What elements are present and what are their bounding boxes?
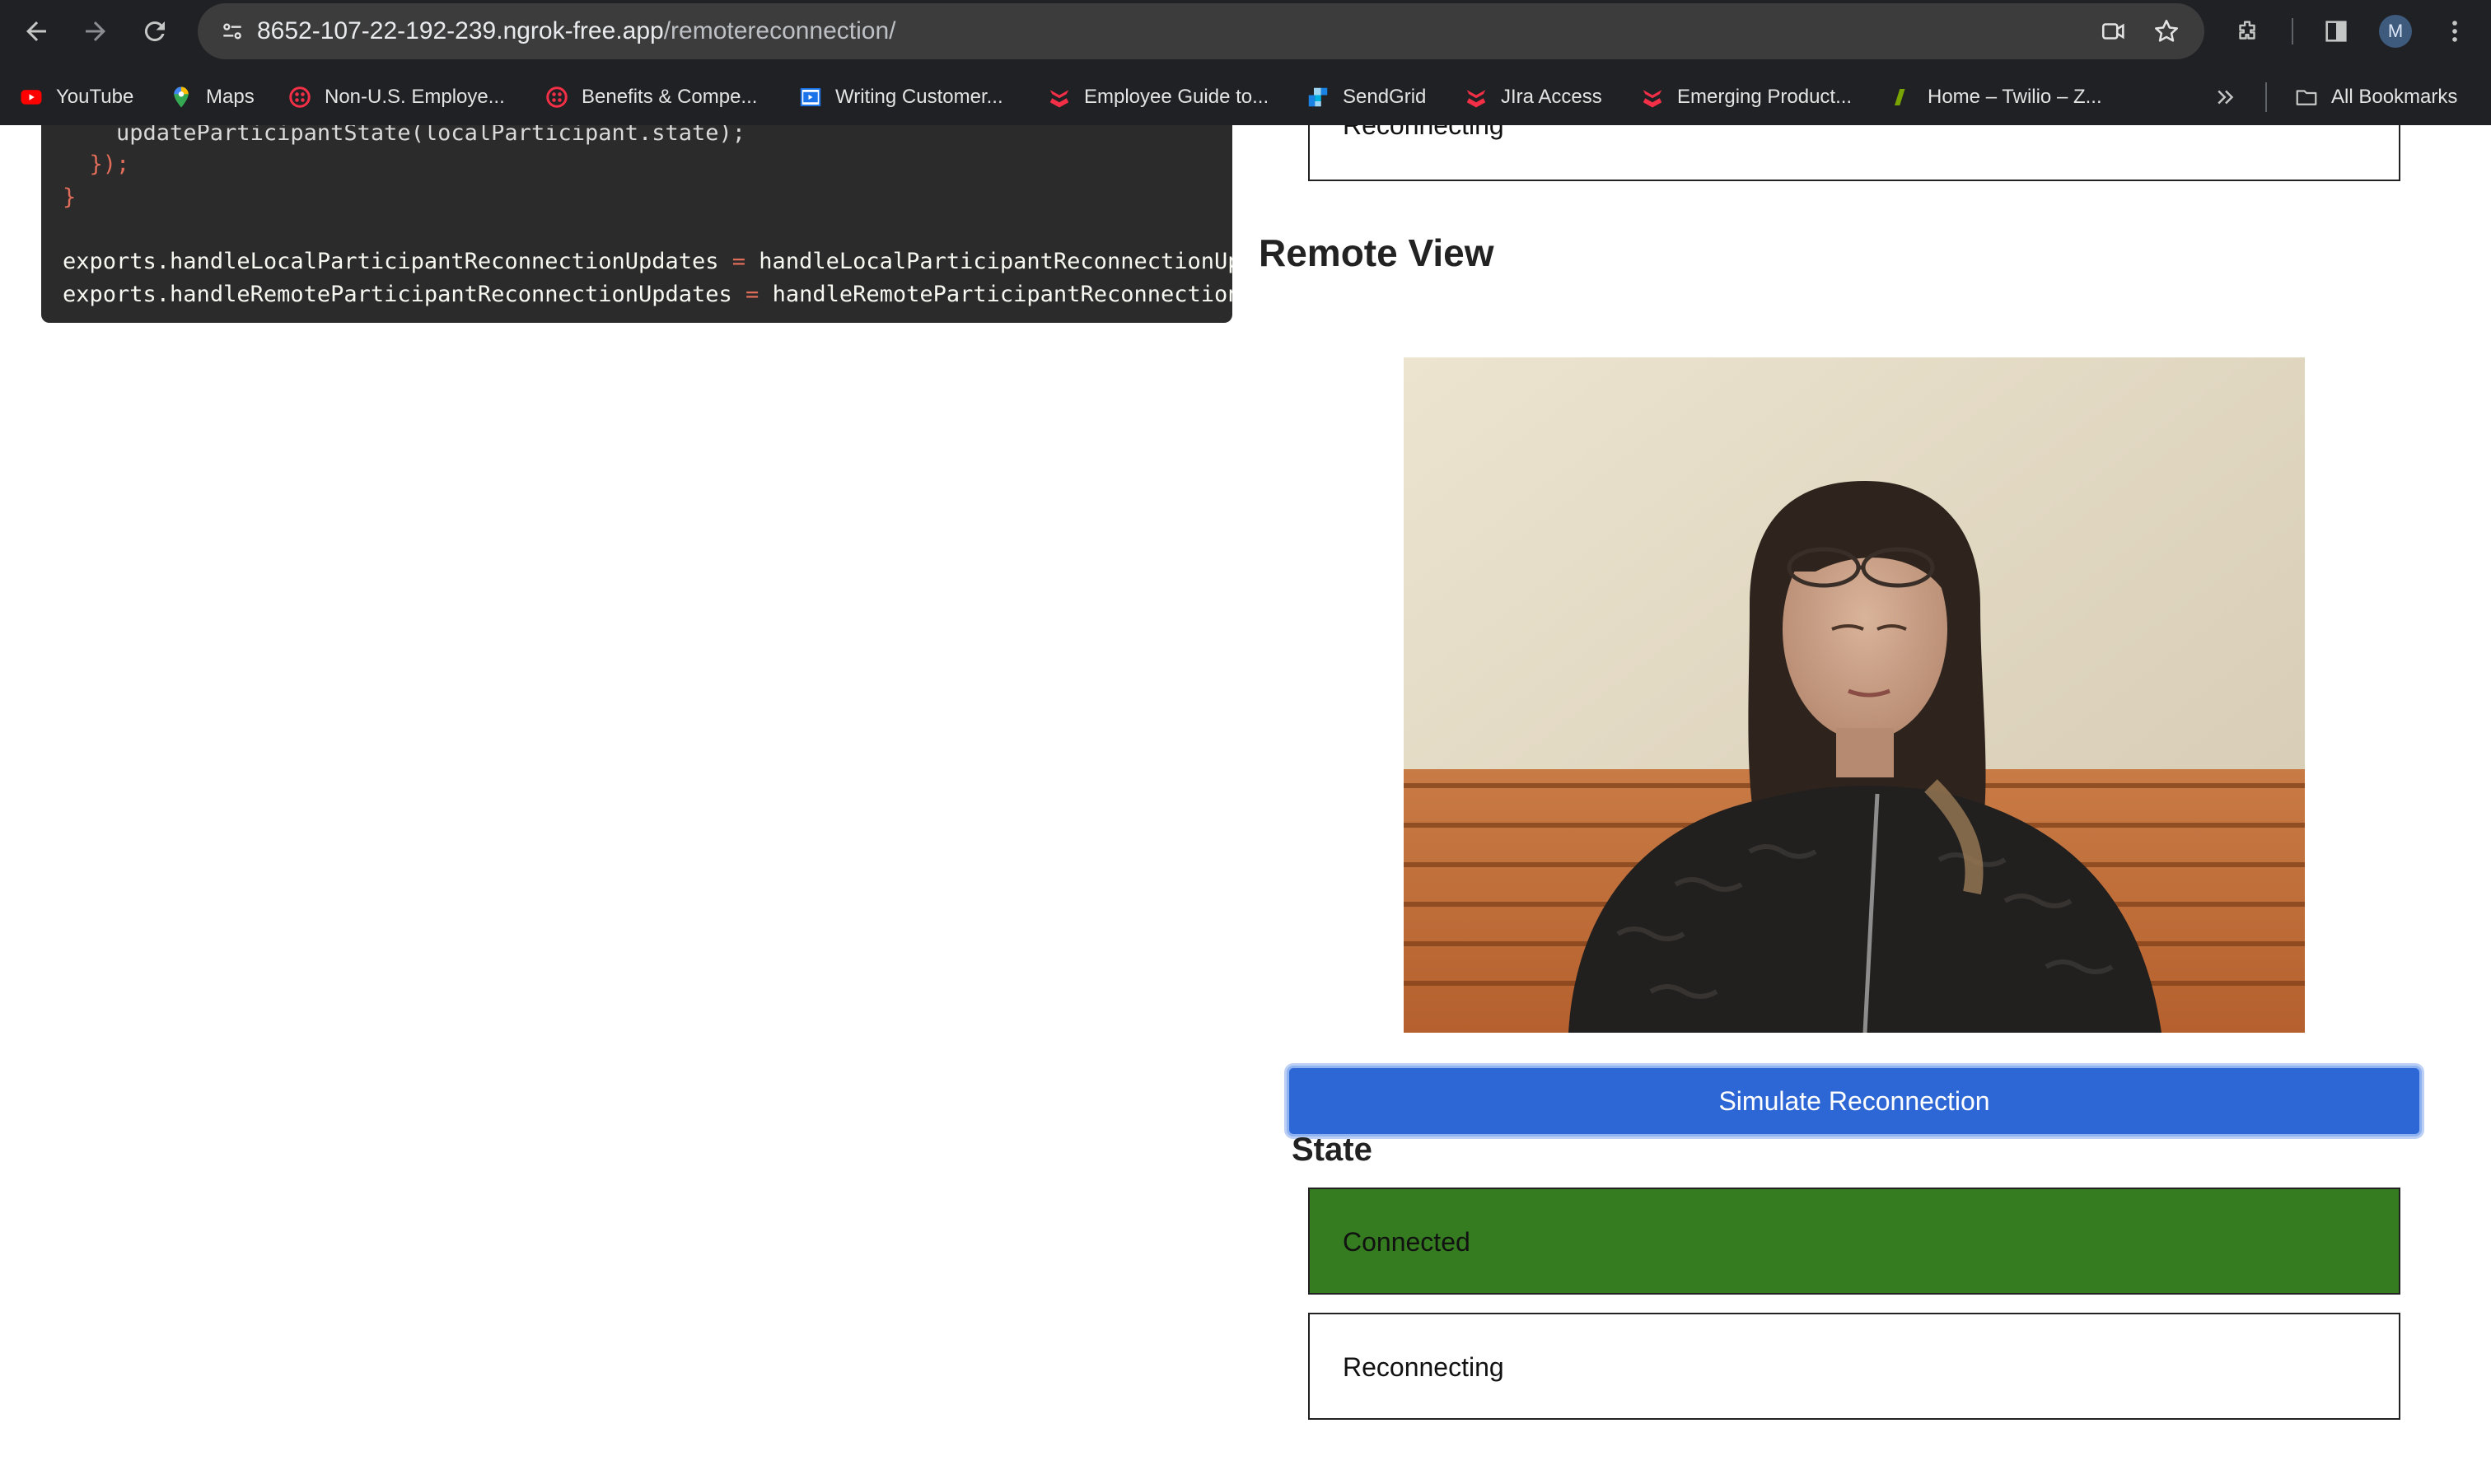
code-block: updateParticipantState(localParticipant.… [41, 125, 1232, 323]
code-line: updateParticipantState(localParticipant.… [63, 125, 746, 146]
bookmark-label: Home – Twilio – Z... [1928, 86, 2102, 108]
url-host: 8652-107-22-192-239.ngrok-free.app [257, 17, 664, 44]
toolbar-divider [2292, 18, 2293, 44]
all-bookmarks-label: All Bookmarks [2331, 86, 2458, 108]
chevron-double-right-icon [2213, 84, 2239, 110]
bookmark-label: Writing Customer... [835, 86, 1003, 108]
profile-avatar[interactable]: M [2379, 15, 2412, 48]
bookmark-label: Emerging Product... [1677, 86, 1853, 108]
code-line: exports.handleRemoteParticipantReconnect… [63, 282, 1232, 307]
code-token: handleRemoteParticipantReconnectionUpd [759, 282, 1232, 307]
bookmarks-divider [2265, 82, 2267, 112]
maps-icon [168, 84, 194, 110]
segment-icon [1463, 84, 1489, 110]
code-token: = [731, 249, 746, 274]
state-title: State [1292, 1132, 1372, 1168]
reload-icon [144, 21, 165, 42]
code-token: exports [63, 249, 157, 274]
code-token: handleLocalParticipantReconnectionUpdat [745, 249, 1232, 274]
bookmark-home-twilio[interactable]: Home – Twilio – Z... [1890, 82, 2102, 112]
code-line: }); [63, 152, 130, 177]
segment-icon [1046, 84, 1073, 110]
bookmark-star-icon[interactable] [2147, 12, 2186, 51]
bookmark-youtube[interactable]: YouTube [18, 82, 133, 112]
state-box-connected: Connected [1308, 1188, 2400, 1295]
bookmark-label: Benefits & Compe... [582, 86, 758, 108]
forward-button[interactable] [76, 12, 115, 51]
remote-video [1404, 357, 2305, 1033]
video-doc-icon [797, 84, 824, 110]
code-token: = [745, 282, 759, 307]
browser-chrome: 8652-107-22-192-239.ngrok-free.app/remot… [0, 0, 2491, 125]
twilio-icon [544, 84, 570, 110]
address-bar[interactable]: 8652-107-22-192-239.ngrok-free.app/remot… [198, 3, 2204, 59]
camera-in-use-icon[interactable] [2094, 12, 2133, 51]
folder-icon [2293, 84, 2320, 110]
code-token: exports [63, 282, 157, 307]
remote-video-frame [1404, 357, 2305, 1033]
bookmark-sendgrid[interactable]: SendGrid [1305, 82, 1426, 112]
side-panel-icon[interactable] [2316, 12, 2356, 51]
page-content: updateParticipantState(localParticipant.… [0, 125, 2491, 1484]
state-label: Reconnecting [1343, 125, 1504, 140]
state-label: Reconnecting [1343, 1352, 1504, 1382]
more-bookmarks-button[interactable] [2213, 82, 2250, 112]
bookmark-jira-access[interactable]: JIra Access [1463, 82, 1602, 112]
browser-toolbar: 8652-107-22-192-239.ngrok-free.app/remot… [0, 0, 2491, 63]
state-label: Connected [1343, 1227, 1470, 1257]
bookmark-label: Employee Guide to... [1084, 86, 1269, 108]
back-arrow-icon [26, 21, 46, 41]
bookmark-writing-customer[interactable]: Writing Customer... [797, 82, 1003, 112]
code-token: .handleRemoteParticipantReconnectionUpda… [156, 282, 746, 307]
url-text[interactable]: 8652-107-22-192-239.ngrok-free.app/remot… [257, 17, 896, 45]
bookmark-label: YouTube [56, 86, 134, 108]
code-token: .handleLocalParticipantReconnectionUpdat… [156, 249, 732, 274]
bookmark-label: JIra Access [1501, 86, 1602, 108]
remote-view-title: Remote View [1259, 231, 1494, 274]
code-line: exports.handleLocalParticipantReconnecti… [63, 249, 1232, 274]
bookmark-employee-guide[interactable]: Employee Guide to... [1046, 82, 1269, 112]
bookmark-label: SendGrid [1343, 86, 1427, 108]
bookmark-maps[interactable]: Maps [168, 82, 255, 112]
segment-icon [1639, 84, 1666, 110]
forward-arrow-icon [86, 21, 105, 41]
profile-initial: M [2387, 21, 2404, 41]
youtube-icon [18, 84, 44, 110]
bookmark-label: Maps [206, 86, 255, 108]
reload-button[interactable] [135, 12, 175, 51]
twilio-icon [287, 84, 313, 110]
bookmark-emerging-product[interactable]: Emerging Product... [1639, 82, 1852, 112]
bookmark-label: Non-U.S. Employe... [325, 86, 505, 108]
bookmarks-bar: YouTube Maps Non-U.S. Employe... Benefit… [0, 69, 2491, 125]
sendgrid-icon [1305, 84, 1331, 110]
state-box-reconnecting: Reconnecting [1308, 1313, 2400, 1420]
back-button[interactable] [16, 12, 56, 51]
code-line: } [63, 184, 77, 210]
bookmark-benefits[interactable]: Benefits & Compe... [544, 82, 757, 112]
site-info-icon[interactable] [213, 12, 252, 51]
bookmark-non-us-employee[interactable]: Non-U.S. Employe... [287, 82, 505, 112]
url-path: /remotereconnection/ [663, 17, 896, 44]
extensions-icon[interactable] [2227, 12, 2267, 51]
zendesk-icon [1890, 84, 1916, 110]
menu-kebab-icon[interactable] [2435, 12, 2475, 51]
state-box-reconnecting-top: Reconnecting [1308, 125, 2400, 181]
simulate-reconnection-button[interactable]: Simulate Reconnection [1287, 1066, 2422, 1136]
all-bookmarks-button[interactable]: All Bookmarks [2293, 82, 2457, 112]
